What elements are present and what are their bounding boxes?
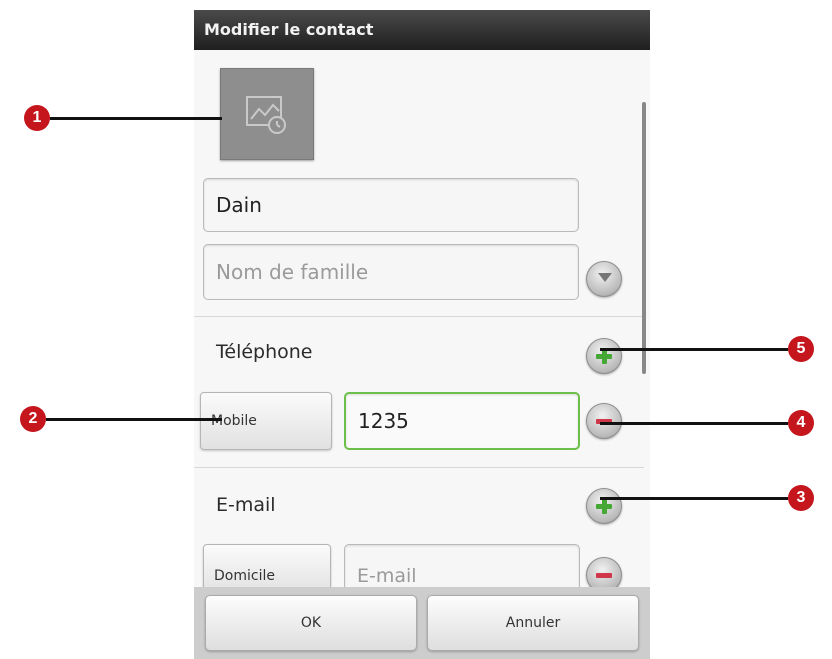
cancel-button[interactable]: Annuler bbox=[427, 595, 639, 651]
action-bar: OK Annuler bbox=[194, 587, 650, 659]
window-title: Modifier le contact bbox=[194, 10, 650, 50]
callout-badge-2: 2 bbox=[20, 406, 46, 432]
phone-number-field[interactable]: 1235 bbox=[344, 392, 580, 450]
first-name-field[interactable]: Dain bbox=[203, 178, 579, 232]
remove-phone-button[interactable] bbox=[586, 403, 622, 439]
callout-badge-1: 1 bbox=[24, 105, 50, 131]
contact-photo-icon bbox=[246, 96, 286, 134]
edit-contact-screen: Modifier le contact Dain Nom de famille … bbox=[194, 10, 650, 659]
phone-section-label: Téléphone bbox=[216, 341, 313, 363]
add-phone-button[interactable] bbox=[586, 338, 622, 374]
phone-type-button[interactable]: Mobile bbox=[200, 392, 332, 450]
callout-line-5 bbox=[600, 348, 788, 351]
callout-line-4 bbox=[600, 422, 788, 425]
callout-line-3 bbox=[600, 497, 788, 500]
divider bbox=[194, 467, 644, 468]
contact-photo-button[interactable] bbox=[220, 68, 314, 160]
divider bbox=[194, 316, 644, 317]
ok-button[interactable]: OK bbox=[205, 595, 417, 651]
callout-line-1 bbox=[50, 117, 222, 120]
remove-email-icon bbox=[596, 573, 612, 578]
email-section-label: E-mail bbox=[216, 494, 276, 516]
scrollbar[interactable] bbox=[642, 102, 646, 374]
callout-badge-5: 5 bbox=[788, 336, 814, 362]
add-email-button[interactable] bbox=[586, 488, 622, 524]
expand-chevron-icon bbox=[598, 273, 612, 282]
callout-badge-4: 4 bbox=[788, 410, 814, 436]
callout-badge-3: 3 bbox=[788, 485, 814, 511]
expand-name-button[interactable] bbox=[586, 261, 622, 297]
last-name-field[interactable]: Nom de famille bbox=[203, 244, 579, 300]
callout-line-2 bbox=[46, 418, 222, 421]
